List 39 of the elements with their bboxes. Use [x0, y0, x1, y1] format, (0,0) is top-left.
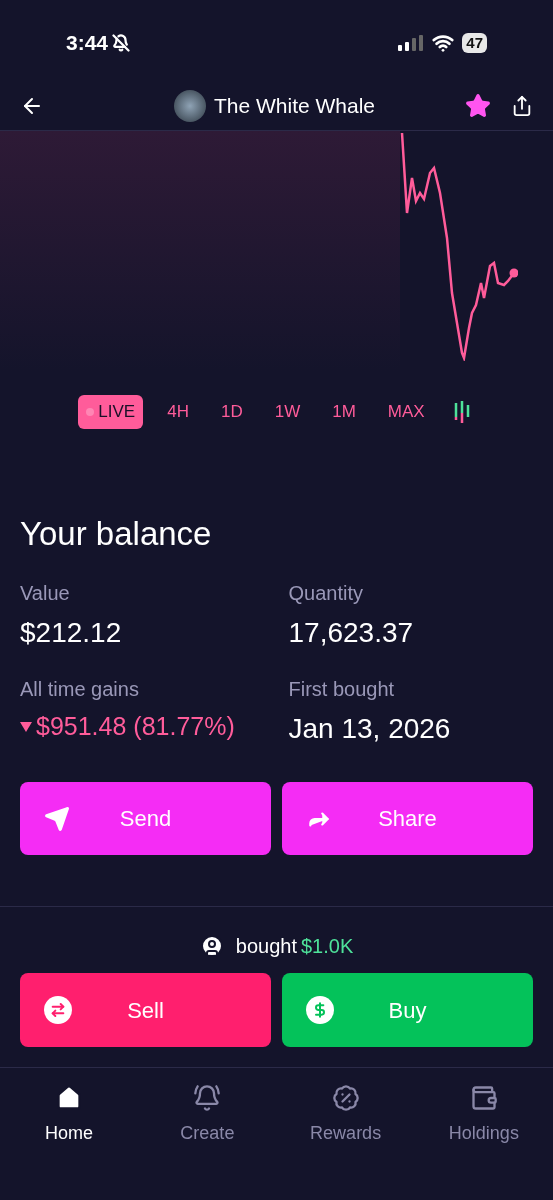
sell-button[interactable]: Sell [20, 973, 271, 1047]
status-time: 3:44 [66, 30, 109, 57]
token-title: The White Whale [213, 93, 376, 120]
balance-heading: Your balance [20, 513, 213, 554]
favorite-star-icon[interactable] [465, 93, 491, 119]
nav-tab[interactable]: Holdings [414, 1084, 553, 1147]
wallet-icon [469, 1084, 498, 1112]
signal-icon [398, 35, 425, 51]
share-button[interactable]: Share [282, 782, 533, 855]
nav-tab[interactable]: Home [0, 1084, 139, 1147]
down-triangle-icon [20, 721, 32, 732]
stat-label: First bought [288, 677, 396, 702]
stat-value: 17,623.37 [288, 616, 414, 650]
stat-label: Quantity [288, 581, 364, 606]
range-tab[interactable]: 1D [212, 395, 251, 429]
send-button[interactable]: Send [20, 782, 271, 855]
send-icon [44, 805, 70, 832]
buy-icon [306, 996, 334, 1024]
bell-icon [193, 1084, 222, 1112]
stat-value: $951.48 (81.77%) [36, 711, 235, 742]
activity-text: bought [235, 934, 297, 959]
stat-label: All time gains [20, 677, 140, 702]
token-avatar [173, 90, 206, 122]
nav-tab[interactable]: Create [138, 1084, 277, 1147]
sell-icon [44, 996, 72, 1024]
activity-amount: $1.0K [300, 934, 354, 959]
stat-value: Jan 13, 2026 [288, 712, 451, 746]
range-tab[interactable]: 1W [266, 395, 309, 429]
stat-value: $212.12 [20, 616, 122, 650]
range-tab[interactable]: MAX [379, 395, 433, 429]
percent-badge-icon [331, 1084, 360, 1112]
range-tab[interactable]: 4H [159, 395, 197, 429]
stat-label: Value [20, 581, 71, 606]
wifi-icon [432, 32, 455, 54]
battery-indicator: 47 [462, 33, 487, 53]
range-tab[interactable]: 1M [324, 395, 364, 429]
nav-tab[interactable]: Rewards [276, 1084, 415, 1147]
range-tab[interactable]: LIVE [78, 395, 144, 429]
share-icon[interactable] [511, 95, 533, 117]
